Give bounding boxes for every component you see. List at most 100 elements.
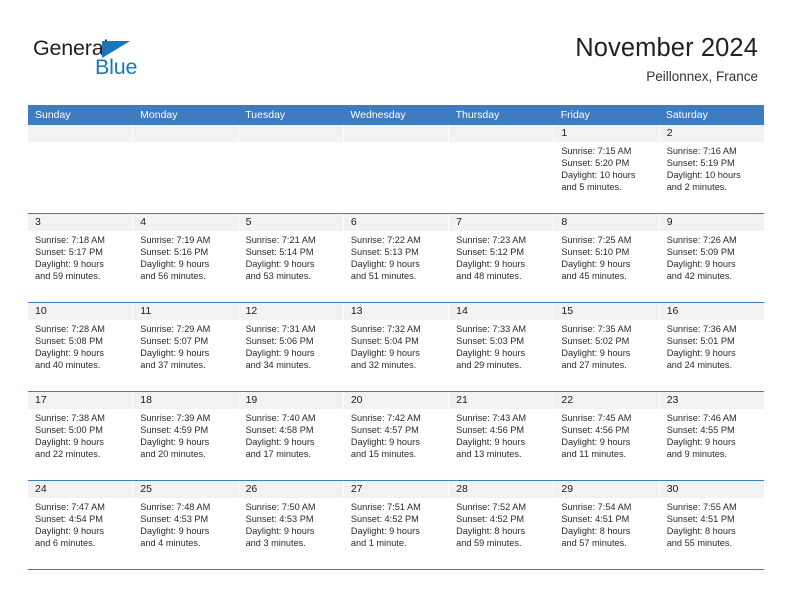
calendar-cell-empty <box>343 125 450 213</box>
day-number: 10 <box>28 303 133 320</box>
calendar-day-cell[interactable]: 28 Sunrise: 7:52 AM Sunset: 4:52 PM Dayligh… <box>449 481 555 569</box>
calendar-day-cell[interactable]: 11 Sunrise: 7:29 AM Sunset: 5:07 PM Dayligh… <box>133 303 239 391</box>
day-number: 23 <box>659 392 764 409</box>
daylight-text-line1: Daylight: 9 hours <box>245 258 315 269</box>
sunrise-text: Sunrise: 7:28 AM <box>35 324 105 334</box>
calendar-day-cell[interactable]: 12 Sunrise: 7:31 AM Sunset: 5:06 PM Dayligh… <box>238 303 344 391</box>
day-number: 6 <box>343 214 449 231</box>
weekday-header-row: Sunday Monday Tuesday Wednesday Thursday Frid… <box>28 105 764 125</box>
sunset-text: Sunset: 5:02 PM <box>561 335 630 346</box>
location-subtitle: Peillonnex, France <box>646 69 758 85</box>
daylight-text-line1: Daylight: 9 hours <box>666 347 736 358</box>
calendar-day-cell[interactable]: 5 Sunrise: 7:21 AM Sunset: 5:14 PM Daylight… <box>238 214 344 302</box>
daylight-text-line2: and 22 minutes. <box>35 448 101 459</box>
calendar-day-cell[interactable]: 4 Sunrise: 7:19 AM Sunset: 5:16 PM Daylight… <box>133 214 239 302</box>
daylight-text-line2: and 6 minutes. <box>35 537 96 548</box>
daylight-text-line1: Daylight: 9 hours <box>666 436 736 447</box>
daylight-text-line2: and 40 minutes. <box>35 359 101 370</box>
daylight-text-line1: Daylight: 9 hours <box>561 436 631 447</box>
day-number: 9 <box>659 214 764 231</box>
day-details: Sunrise: 7:21 AM Sunset: 5:14 PM Daylight:… <box>239 231 343 283</box>
sunrise-text: Sunrise: 7:43 AM <box>456 413 527 423</box>
calendar-day-cell[interactable]: 24 Sunrise: 7:47 AM Sunset: 4:54 PM Dayligh… <box>28 481 134 569</box>
day-number: 2 <box>659 125 764 142</box>
calendar-day-cell[interactable]: 21 Sunrise: 7:43 AM Sunset: 4:56 PM Dayligh… <box>449 392 555 480</box>
day-details: Sunrise: 7:45 AM Sunset: 4:56 PM Daylight:… <box>554 409 658 461</box>
calendar-day-cell[interactable]: 17 Sunrise: 7:38 AM Sunset: 5:00 PM Dayligh… <box>28 392 134 480</box>
weekday-header-sunday: Sunday <box>35 109 71 121</box>
day-details: Sunrise: 7:15 AM Sunset: 5:20 PM Daylight:… <box>554 142 658 194</box>
daylight-text-line1: Daylight: 9 hours <box>456 258 526 269</box>
calendar-day-cell[interactable]: 15 Sunrise: 7:35 AM Sunset: 5:02 PM Dayligh… <box>554 303 660 391</box>
sunrise-text: Sunrise: 7:29 AM <box>140 324 211 334</box>
daylight-text-line2: and 4 minutes. <box>140 537 201 548</box>
calendar-day-cell[interactable]: 3 Sunrise: 7:18 AM Sunset: 5:17 PM Daylight… <box>28 214 134 302</box>
calendar-week-row: 10 Sunrise: 7:28 AM Sunset: 5:08 PM Dayligh… <box>28 303 764 392</box>
weekday-header-thursday: Thursday <box>455 109 500 121</box>
calendar-day-cell[interactable]: 10 Sunrise: 7:28 AM Sunset: 5:08 PM Dayligh… <box>28 303 134 391</box>
sunrise-text: Sunrise: 7:33 AM <box>456 324 527 334</box>
day-details: Sunrise: 7:55 AM Sunset: 4:51 PM Daylight:… <box>660 498 764 550</box>
day-details: Sunrise: 7:38 AM Sunset: 5:00 PM Daylight:… <box>28 409 132 461</box>
calendar-day-cell[interactable]: 19 Sunrise: 7:40 AM Sunset: 4:58 PM Dayligh… <box>238 392 344 480</box>
logo-text-blue: Blue <box>95 55 138 79</box>
calendar-day-cell[interactable]: 18 Sunrise: 7:39 AM Sunset: 4:59 PM Dayligh… <box>133 392 239 480</box>
day-number: 24 <box>28 481 133 498</box>
day-number: 14 <box>449 303 554 320</box>
calendar-day-cell[interactable]: 23 Sunrise: 7:46 AM Sunset: 4:55 PM Dayligh… <box>659 392 764 480</box>
sunrise-text: Sunrise: 7:47 AM <box>35 502 105 512</box>
general-blue-logo[interactable]: General Blue <box>33 37 213 86</box>
calendar-day-cell[interactable]: 1 Sunrise: 7:15 AM Sunset: 5:20 PM Daylight… <box>554 125 660 213</box>
calendar-day-cell[interactable]: 9 Sunrise: 7:26 AM Sunset: 5:09 PM Daylight… <box>659 214 764 302</box>
calendar-day-cell[interactable]: 7 Sunrise: 7:23 AM Sunset: 5:12 PM Daylight… <box>449 214 555 302</box>
day-number: 15 <box>554 303 659 320</box>
calendar-day-cell[interactable]: 8 Sunrise: 7:25 AM Sunset: 5:10 PM Daylight… <box>554 214 660 302</box>
day-details: Sunrise: 7:22 AM Sunset: 5:13 PM Daylight:… <box>344 231 448 283</box>
day-details: Sunrise: 7:28 AM Sunset: 5:08 PM Daylight:… <box>28 320 132 372</box>
calendar-day-cell[interactable]: 22 Sunrise: 7:45 AM Sunset: 4:56 PM Dayligh… <box>554 392 660 480</box>
calendar-day-cell[interactable]: 25 Sunrise: 7:48 AM Sunset: 4:53 PM Dayligh… <box>133 481 239 569</box>
day-details: Sunrise: 7:19 AM Sunset: 5:16 PM Daylight:… <box>133 231 237 283</box>
calendar-day-cell[interactable]: 2 Sunrise: 7:16 AM Sunset: 5:19 PM Daylight… <box>659 125 764 213</box>
sunrise-text: Sunrise: 7:51 AM <box>350 502 421 512</box>
daylight-text-line2: and 59 minutes. <box>456 537 522 548</box>
calendar-weeks: 1 Sunrise: 7:15 AM Sunset: 5:20 PM Daylight… <box>28 125 764 570</box>
sunset-text: Sunset: 5:07 PM <box>140 335 209 346</box>
sunset-text: Sunset: 5:06 PM <box>245 335 314 346</box>
daylight-text-line1: Daylight: 9 hours <box>245 347 315 358</box>
daylight-text-line2: and 9 minutes. <box>666 448 727 459</box>
day-number: 19 <box>238 392 343 409</box>
calendar-day-cell[interactable]: 14 Sunrise: 7:33 AM Sunset: 5:03 PM Dayligh… <box>449 303 555 391</box>
calendar-day-cell[interactable]: 27 Sunrise: 7:51 AM Sunset: 4:52 PM Dayligh… <box>343 481 450 569</box>
sunrise-text: Sunrise: 7:36 AM <box>666 324 737 334</box>
daylight-text-line1: Daylight: 8 hours <box>561 525 631 536</box>
daylight-text-line2: and 29 minutes. <box>456 359 522 370</box>
day-number: 17 <box>28 392 133 409</box>
day-number <box>343 125 449 142</box>
day-number <box>449 125 554 142</box>
daylight-text-line1: Daylight: 9 hours <box>140 258 210 269</box>
calendar-page: General Blue November 2024 Peillonnex, F… <box>0 0 792 612</box>
daylight-text-line2: and 42 minutes. <box>666 270 733 281</box>
day-details: Sunrise: 7:39 AM Sunset: 4:59 PM Daylight:… <box>133 409 237 461</box>
day-number <box>133 125 238 142</box>
daylight-text-line1: Daylight: 9 hours <box>35 347 104 358</box>
sunrise-text: Sunrise: 7:19 AM <box>140 235 211 245</box>
daylight-text-line2: and 20 minutes. <box>140 448 206 459</box>
calendar-cell-empty <box>28 125 134 213</box>
day-details: Sunrise: 7:33 AM Sunset: 5:03 PM Daylight:… <box>449 320 553 372</box>
daylight-text-line2: and 53 minutes. <box>245 270 311 281</box>
calendar-week-row: 1 Sunrise: 7:15 AM Sunset: 5:20 PM Daylight… <box>28 125 764 214</box>
daylight-text-line1: Daylight: 9 hours <box>561 347 631 358</box>
day-number <box>28 125 133 142</box>
calendar-day-cell[interactable]: 13 Sunrise: 7:32 AM Sunset: 5:04 PM Dayligh… <box>343 303 450 391</box>
calendar-day-cell[interactable]: 26 Sunrise: 7:50 AM Sunset: 4:53 PM Dayligh… <box>238 481 344 569</box>
calendar-cell-empty <box>133 125 239 213</box>
calendar-grid: Sunday Monday Tuesday Wednesday Thursday Frid… <box>28 105 764 570</box>
calendar-day-cell[interactable]: 20 Sunrise: 7:42 AM Sunset: 4:57 PM Dayligh… <box>343 392 450 480</box>
calendar-day-cell[interactable]: 6 Sunrise: 7:22 AM Sunset: 5:13 PM Daylight… <box>343 214 450 302</box>
sunset-text: Sunset: 4:51 PM <box>561 513 630 524</box>
calendar-day-cell[interactable]: 16 Sunrise: 7:36 AM Sunset: 5:01 PM Dayligh… <box>659 303 764 391</box>
calendar-day-cell[interactable]: 29 Sunrise: 7:54 AM Sunset: 4:51 PM Dayligh… <box>554 481 660 569</box>
calendar-day-cell[interactable]: 30 Sunrise: 7:55 AM Sunset: 4:51 PM Dayligh… <box>659 481 764 569</box>
